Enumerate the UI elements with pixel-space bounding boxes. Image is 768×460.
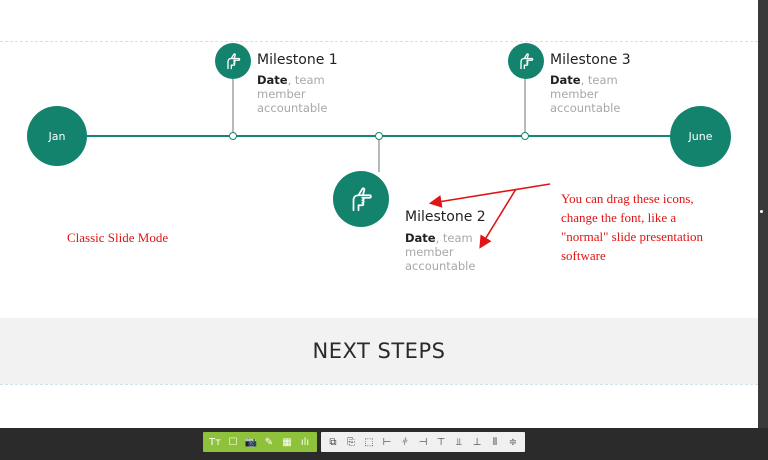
distribute-v-button[interactable]: ≑ bbox=[504, 432, 522, 452]
classic-slide-mode-label: Classic Slide Mode bbox=[67, 230, 169, 245]
text-button[interactable]: Tт bbox=[206, 432, 224, 452]
slide-canvas[interactable]: Jan June Milestone 1 Date, team member a… bbox=[0, 0, 758, 428]
drag-note-line4: software bbox=[561, 248, 606, 263]
align-center-h-button[interactable]: ⫩ bbox=[396, 432, 414, 452]
drag-note-line3: "normal" slide presentation bbox=[561, 229, 704, 244]
text-icon: Tт bbox=[209, 436, 221, 448]
duplicate-icon: ⎘ bbox=[347, 436, 355, 448]
right-scroll-rail[interactable] bbox=[758, 0, 768, 428]
resize-handle[interactable] bbox=[760, 210, 763, 213]
chart-button[interactable]: ılı bbox=[296, 432, 314, 452]
table-icon: ▦ bbox=[282, 436, 292, 448]
editor-toolbar: Tт ☐ 📷 ✎ ▦ ılı ⧉ ⎘ ⬚ ⊢ ⫩ ⊣ ⊤ ⫫ ⊥ ⫴ ≑ bbox=[203, 432, 525, 452]
arrow-to-milestone-description bbox=[479, 188, 517, 249]
drag-icons-note: You can drag these icons, change the fon… bbox=[561, 189, 703, 265]
bring-front-button[interactable]: ⧉ bbox=[324, 432, 342, 452]
arrange-tools-group: ⧉ ⎘ ⬚ ⊢ ⫩ ⊣ ⊤ ⫫ ⊥ ⫴ ≑ bbox=[321, 432, 525, 452]
align-right-icon: ⊣ bbox=[418, 436, 428, 448]
chart-icon: ılı bbox=[300, 436, 310, 448]
shape-button[interactable]: ☐ bbox=[224, 432, 242, 452]
table-button[interactable]: ▦ bbox=[278, 432, 296, 452]
camera-icon: 📷 bbox=[244, 436, 258, 448]
distribute-h-icon: ⫴ bbox=[492, 436, 498, 448]
send-back-button[interactable]: ⬚ bbox=[360, 432, 378, 452]
align-center-h-icon: ⫩ bbox=[402, 436, 408, 448]
bring-front-icon: ⧉ bbox=[329, 436, 337, 448]
align-bottom-icon: ⊥ bbox=[472, 436, 482, 448]
distribute-h-button[interactable]: ⫴ bbox=[486, 432, 504, 452]
align-top-button[interactable]: ⊤ bbox=[432, 432, 450, 452]
duplicate-button[interactable]: ⎘ bbox=[342, 432, 360, 452]
pen-icon: ✎ bbox=[264, 436, 274, 448]
next-steps-band[interactable]: NEXT STEPS bbox=[0, 318, 758, 384]
align-left-button[interactable]: ⊢ bbox=[378, 432, 396, 452]
distribute-v-icon: ≑ bbox=[508, 436, 518, 448]
camera-button[interactable]: 📷 bbox=[242, 432, 260, 452]
send-back-icon: ⬚ bbox=[364, 436, 374, 448]
next-steps-title[interactable]: NEXT STEPS bbox=[313, 339, 446, 363]
align-middle-v-button[interactable]: ⫫ bbox=[450, 432, 468, 452]
insert-tools-group: Tт ☐ 📷 ✎ ▦ ılı bbox=[203, 432, 317, 452]
align-bottom-button[interactable]: ⊥ bbox=[468, 432, 486, 452]
drag-note-line1: You can drag these icons, bbox=[561, 191, 694, 206]
arrow-to-milestone-title bbox=[428, 183, 551, 208]
align-middle-v-icon: ⫫ bbox=[456, 436, 462, 448]
align-top-icon: ⊤ bbox=[436, 436, 446, 448]
shape-icon: ☐ bbox=[228, 436, 238, 448]
pen-button[interactable]: ✎ bbox=[260, 432, 278, 452]
drag-note-line2: change the font, like a bbox=[561, 210, 677, 225]
align-left-icon: ⊢ bbox=[382, 436, 392, 448]
align-right-button[interactable]: ⊣ bbox=[414, 432, 432, 452]
